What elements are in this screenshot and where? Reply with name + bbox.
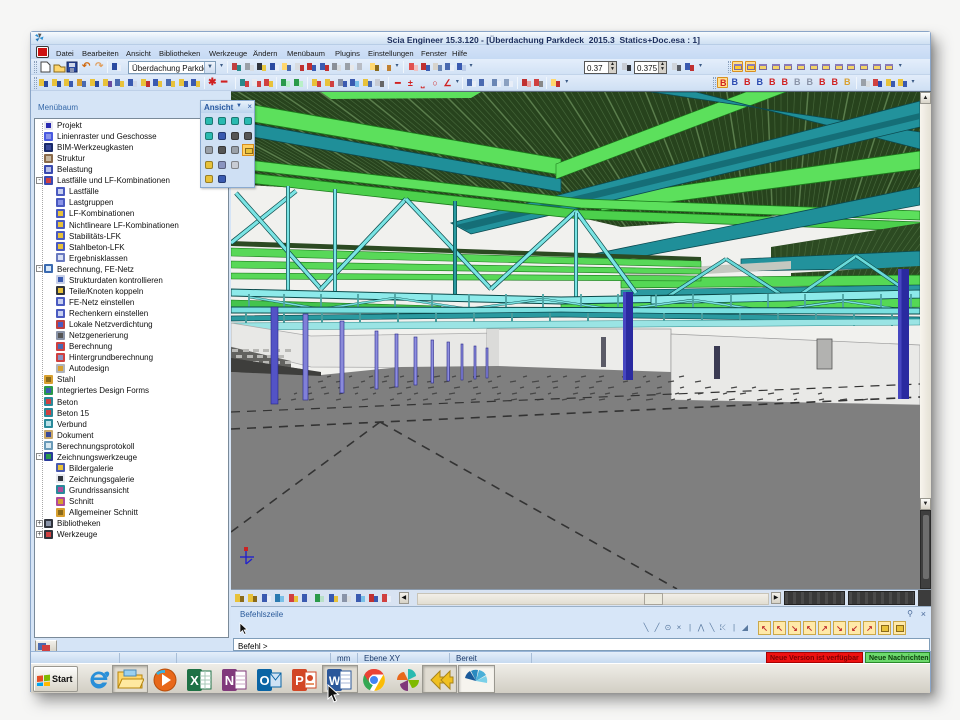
svg-text:N: N bbox=[225, 673, 234, 688]
svg-text:P: P bbox=[295, 673, 304, 688]
svg-text:X: X bbox=[190, 673, 199, 688]
svg-text:O: O bbox=[259, 673, 269, 688]
